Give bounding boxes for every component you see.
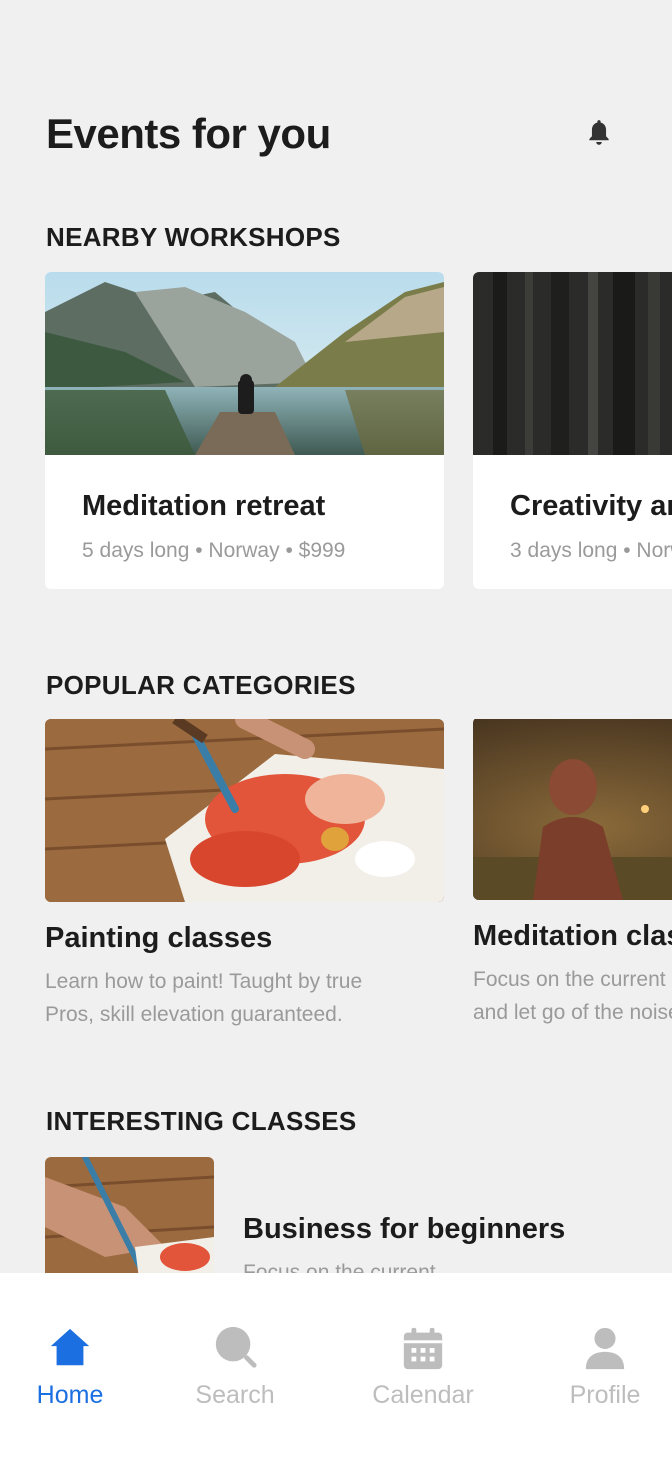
- workshop-meta: 5 days long • Norway • $999: [82, 539, 346, 562]
- class-description: Focus on the current: [243, 1261, 436, 1273]
- category-description-line: Learn how to paint! Taught by true: [45, 970, 363, 993]
- tab-search[interactable]: Search: [165, 1325, 305, 1410]
- category-card[interactable]: Meditation classes Focus on the current …: [473, 719, 672, 1027]
- bell-icon[interactable]: [586, 118, 612, 148]
- bottom-tab-bar: Home Search Calendar Profile: [0, 1273, 672, 1472]
- class-list-item[interactable]: Business for beginners Focus on the curr…: [45, 1157, 645, 1273]
- workshop-title: Creativity and art: [510, 490, 672, 522]
- workshop-image-lake: [45, 272, 444, 455]
- tab-label: Home: [36, 1381, 104, 1409]
- workshop-title: Meditation retreat: [82, 490, 326, 522]
- class-thumbnail: [45, 1157, 214, 1273]
- calendar-icon: [403, 1327, 443, 1370]
- category-image-buddha: [473, 719, 672, 900]
- page-title: Events for you: [46, 110, 331, 157]
- profile-icon: [585, 1327, 625, 1370]
- tab-profile[interactable]: Profile: [535, 1325, 672, 1410]
- category-description-line: Pros, skill elevation guaranteed.: [45, 1003, 343, 1026]
- tab-label: Profile: [569, 1381, 641, 1409]
- tab-label: Calendar: [372, 1381, 474, 1409]
- category-title: Painting classes: [45, 922, 273, 954]
- tab-calendar[interactable]: Calendar: [353, 1325, 493, 1410]
- category-title: Meditation classes: [473, 920, 672, 952]
- tab-home[interactable]: Home: [0, 1325, 140, 1410]
- class-title: Business for beginners: [243, 1213, 566, 1245]
- home-icon: [50, 1328, 90, 1366]
- section-title-nearby: NEARBY WORKSHOPS: [46, 222, 341, 252]
- workshop-card[interactable]: Creativity and art 3 days long • Norway …: [473, 272, 672, 589]
- category-card[interactable]: Painting classes Learn how to paint! Tau…: [45, 719, 444, 1029]
- category-description-line: and let go of the noise.: [473, 1001, 672, 1024]
- section-title-popular: POPULAR CATEGORIES: [46, 670, 356, 700]
- workshops-carousel[interactable]: Meditation retreat 5 days long • Norway …: [45, 272, 672, 589]
- workshop-card[interactable]: Meditation retreat 5 days long • Norway …: [45, 272, 444, 589]
- category-image-painting: [45, 719, 444, 902]
- section-title-interesting: INTERESTING CLASSES: [46, 1106, 357, 1136]
- header: Events for you: [46, 108, 626, 164]
- tab-label: Search: [195, 1381, 275, 1409]
- workshop-meta: 3 days long • Norway • $499: [510, 539, 672, 562]
- search-icon: [215, 1326, 257, 1368]
- categories-carousel[interactable]: Painting classes Learn how to paint! Tau…: [45, 719, 672, 1039]
- category-description-line: Focus on the current moment: [473, 968, 672, 991]
- workshop-image-forest: [473, 272, 672, 455]
